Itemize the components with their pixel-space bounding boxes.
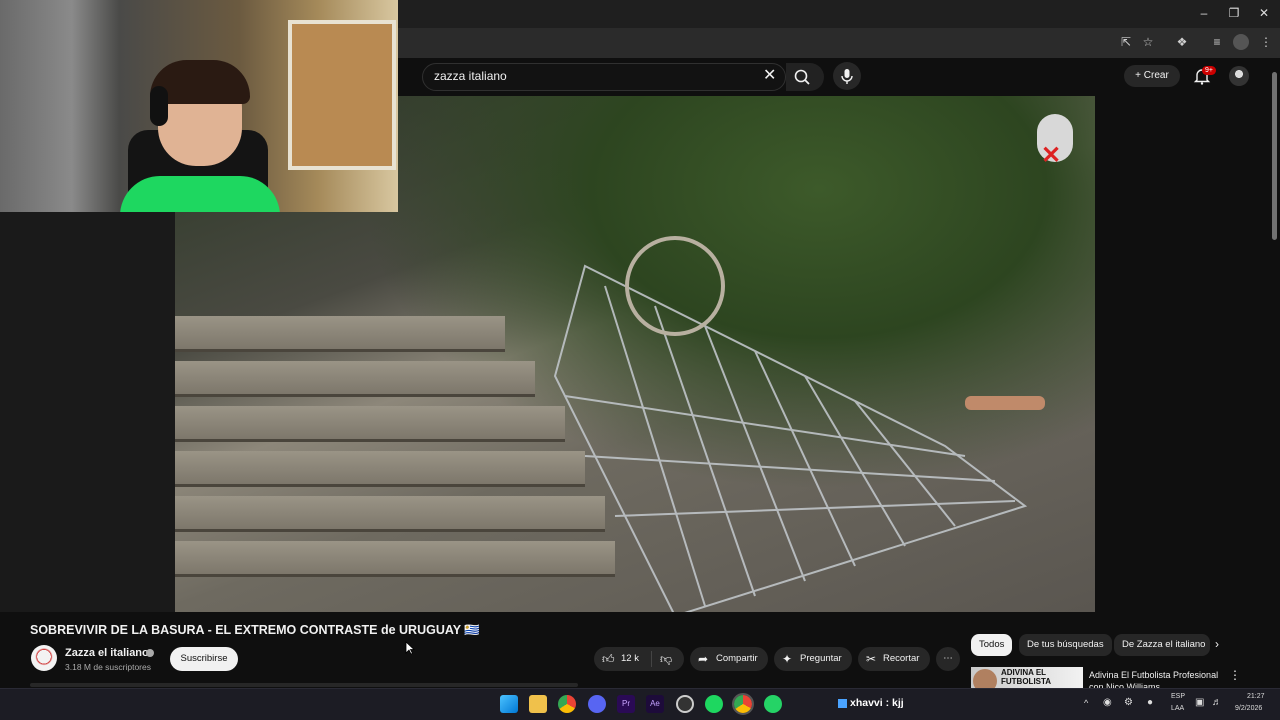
share-label: Compartir <box>716 653 758 664</box>
dislike-button[interactable]: 👎︎ <box>652 647 684 671</box>
search-button[interactable] <box>786 63 824 91</box>
maximize-icon[interactable]: ❐ <box>1227 6 1241 20</box>
whatsapp-icon[interactable] <box>764 695 782 713</box>
extensions-icon[interactable]: ❖ <box>1174 34 1190 50</box>
start-icon[interactable] <box>500 695 518 713</box>
chrome-icon[interactable] <box>558 695 576 713</box>
clock-time[interactable]: 21:27 <box>1247 693 1265 700</box>
chip-from-searches[interactable]: De tus búsquedas <box>1019 634 1112 656</box>
voice-search-button[interactable] <box>833 62 861 90</box>
tray-chevron-icon[interactable]: ^ <box>1084 698 1088 708</box>
ask-button[interactable]: ✦ Preguntar <box>774 647 852 671</box>
thumbs-up-icon: 👍︎ <box>602 652 615 666</box>
chevron-right-icon[interactable]: › <box>1215 637 1219 651</box>
profile-icon[interactable] <box>1233 34 1249 50</box>
clip-button[interactable]: ✂ Recortar <box>858 647 930 671</box>
tray-steam-icon[interactable]: ⚙ <box>1124 697 1133 708</box>
chip-from-channel[interactable]: De Zazza el italiano <box>1114 634 1210 656</box>
clock-date[interactable]: 9/2/2026 <box>1235 705 1262 712</box>
video-title: SOBREVIVIR DE LA BASURA - EL EXTREMO CON… <box>30 623 480 637</box>
file-explorer-icon[interactable] <box>529 695 547 713</box>
clear-search-icon[interactable]: ✕ <box>763 67 777 85</box>
share-button[interactable]: ➦ Compartir <box>690 647 768 671</box>
sparkle-icon: ✦ <box>782 652 793 666</box>
close-window-icon[interactable]: ✕ <box>1257 6 1271 20</box>
thumbs-down-icon: 👎︎ <box>660 652 673 666</box>
left-background <box>0 212 175 612</box>
spotify-icon[interactable] <box>705 695 723 713</box>
search-icon <box>794 69 810 85</box>
webcam-headset <box>150 86 168 126</box>
clip-label: Recortar <box>883 653 920 664</box>
discord-icon[interactable] <box>588 695 606 713</box>
account-avatar[interactable] <box>1229 66 1249 86</box>
ask-label: Preguntar <box>800 653 842 664</box>
right-background <box>1095 96 1270 612</box>
create-label: Crear <box>1143 70 1169 81</box>
keyboard-layout: LAA <box>1171 705 1185 712</box>
watermark-x-icon: ✕ <box>1041 142 1062 169</box>
keyboard-language[interactable]: ESP <box>1171 693 1185 700</box>
mouse-cursor-icon <box>405 641 415 655</box>
tray-user-text: xhavvi : kjj <box>850 697 904 709</box>
scrollbar-thumb[interactable] <box>1272 72 1277 240</box>
verified-icon <box>146 649 154 657</box>
subscribe-button[interactable]: Suscribirse <box>170 647 238 671</box>
video-frame-cart <box>553 236 1045 612</box>
bookmark-star-icon[interactable]: ☆ <box>1140 34 1156 50</box>
like-button[interactable]: 👍︎ 12 k <box>594 647 650 671</box>
tray-mic-icon[interactable]: ● <box>1147 697 1153 708</box>
like-count: 12 k <box>621 653 639 664</box>
channel-name[interactable]: Zazza el italiano <box>65 647 149 659</box>
more-vertical-icon[interactable]: ⋮ <box>1229 668 1241 682</box>
notification-badge: 9+ <box>1202 66 1216 75</box>
minimize-icon[interactable]: – <box>1197 6 1211 20</box>
share-icon: ➦ <box>698 652 709 666</box>
webcam-corkboard <box>288 20 396 170</box>
search-query[interactable]: zazza italiano <box>434 69 507 83</box>
volume-icon[interactable]: ♬ <box>1212 697 1222 708</box>
plus-icon: + <box>1135 70 1144 81</box>
webcam-shirt <box>120 176 280 212</box>
browser-menu-icon[interactable]: ⋮ <box>1258 34 1274 50</box>
obs-icon[interactable] <box>676 695 694 713</box>
more-horizontal-icon: ⋯ <box>943 653 953 664</box>
create-button[interactable]: + Crear <box>1124 65 1180 87</box>
chip-all[interactable]: Todos <box>971 634 1013 656</box>
install-app-icon[interactable]: ⇱ <box>1118 34 1134 50</box>
stream-app-icon <box>838 699 847 708</box>
premiere-icon[interactable]: Pr <box>617 695 635 713</box>
media-control-icon[interactable]: ≡ <box>1209 34 1225 50</box>
scissors-icon: ✂ <box>866 652 877 666</box>
subscriber-count: 3.18 M de suscriptores <box>65 662 151 672</box>
after-effects-icon[interactable]: Ae <box>646 695 664 713</box>
webcam-overlay <box>0 0 398 212</box>
more-actions-button[interactable]: ⋯ <box>936 647 960 671</box>
chrome-active-icon[interactable] <box>732 693 754 715</box>
description-box-edge <box>30 683 578 687</box>
channel-avatar[interactable] <box>31 645 57 671</box>
network-icon[interactable]: ▣ <box>1195 697 1204 708</box>
thumbnail-text: ADIVINA EL FUTBOLISTA <box>1001 668 1052 686</box>
tray-app-icon[interactable]: ◉ <box>1103 697 1112 708</box>
microphone-icon <box>841 69 853 84</box>
